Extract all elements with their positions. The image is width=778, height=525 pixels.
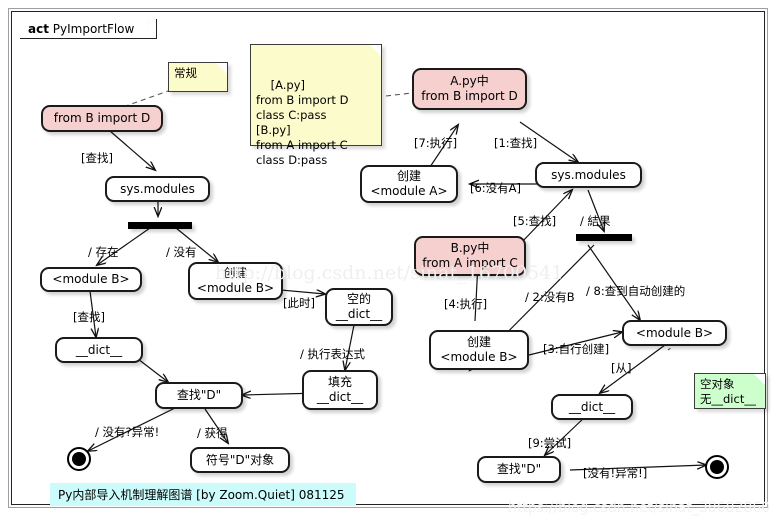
node-sys-modules-right[interactable]: sys.modules — [535, 162, 642, 188]
node-label-line2: __dict__ — [335, 307, 383, 321]
node-module-b-left[interactable]: <module B> — [40, 267, 142, 292]
node-label-line1: B.py中 — [450, 241, 490, 255]
node-label-line1: A.py中 — [450, 74, 489, 88]
edge-label-result: / 結果 — [580, 214, 611, 228]
node-label-line2: <module B> — [440, 350, 518, 364]
final-node-left — [67, 447, 91, 471]
edge-label-s1-find: [1:查找] — [494, 136, 538, 150]
edge-label-eval-expression: / 执行表达式 — [300, 347, 366, 361]
node-sys-modules-left[interactable]: sys.modules — [105, 176, 210, 202]
node-label: 查找"D" — [176, 388, 222, 402]
node-from-b-import-d[interactable]: from B import D — [41, 105, 163, 132]
node-create-module-b-left[interactable]: 创建 <module B> — [188, 262, 283, 300]
edge-label-s5-find: [5:查找] — [513, 214, 557, 228]
edge-label-at-this-time: [此时] — [283, 296, 315, 310]
node-label-line1: 创建 — [396, 169, 421, 183]
note-fold-icon — [370, 45, 381, 56]
edge-label-find-dict-left: [查找] — [73, 310, 105, 324]
note-code: [A.py] from B import D class C:pass [B.p… — [250, 44, 382, 167]
diagram-caption: Py内部导入机制理解图谱 [by Zoom.Quiet] 081125 — [50, 483, 356, 506]
node-label: from B import D — [53, 111, 151, 125]
node-label: <module B> — [52, 272, 130, 286]
edge-label-find-left: [查找] — [81, 151, 113, 165]
node-label-line2: __dict__ — [316, 390, 364, 404]
edge-label-s4-exec: [4:执行] — [444, 297, 488, 311]
node-label-line1: 空的 — [346, 292, 371, 306]
node-label-line1: 填充 — [327, 375, 352, 389]
frame-keyword: act — [28, 22, 49, 36]
activity-frame-tab: act PyImportFlow — [20, 18, 158, 39]
edge-label-s9-try: [9:尝试] — [528, 436, 572, 450]
node-label-line2: from B import D — [421, 89, 518, 103]
edge-label-no-exception: / 没有?异常! — [95, 425, 160, 439]
fork-bar-left — [128, 222, 192, 229]
frame-title: PyImportFlow — [52, 22, 135, 36]
note-empty-object-line2: 无__dict__ — [700, 392, 756, 406]
node-dict-right[interactable]: __dict__ — [551, 394, 633, 420]
node-label: __dict__ — [568, 399, 616, 414]
note-empty-object-line1: 空对象 — [700, 377, 735, 391]
node-apy[interactable]: A.py中 from B import D — [412, 68, 527, 110]
edge-label-exists: / 存在 — [88, 245, 119, 259]
edge-label-s8-found-auto: / 8:查到自动创建的 — [586, 284, 686, 298]
edge-label-none: / 没有 — [166, 245, 197, 259]
node-label-line2: <module B> — [196, 281, 275, 295]
node-fill-dict[interactable]: 填充 __dict__ — [302, 370, 378, 410]
node-label-line1: 创建 — [466, 335, 491, 349]
edge-label-s2-no-b: / 2:没有B — [525, 290, 575, 304]
edge-label-from: [从] — [611, 361, 632, 375]
node-symbol-d-object[interactable]: 符号"D"对象 — [190, 447, 290, 473]
node-bpy[interactable]: B.py中 from A import C — [414, 236, 526, 276]
node-find-d-left[interactable]: 查找"D" — [155, 382, 243, 409]
node-label: <module B> — [635, 325, 714, 340]
fork-bar-right — [576, 234, 632, 241]
note-normal-text: 常规 — [174, 66, 197, 80]
node-label-line2: from A import C — [422, 256, 518, 270]
edge-label-none-exception: [没有!异常!] — [583, 466, 648, 480]
final-node-right — [705, 455, 729, 479]
node-label: 符号"D"对象 — [205, 452, 275, 467]
edge-label-obtain: / 获得 — [197, 426, 228, 440]
diagram-canvas: act PyImportFlow 常规 [A.py] from B import… — [0, 0, 778, 525]
node-label: __dict__ — [75, 342, 123, 357]
node-label: sys.modules — [120, 181, 195, 196]
node-label: sys.modules — [551, 167, 626, 182]
node-empty-dict[interactable]: 空的 __dict__ — [325, 288, 393, 326]
node-label-line1: 创建 — [223, 266, 248, 280]
note-empty-object: 空对象 无__dict__ — [694, 373, 766, 409]
edge-label-s7-exec: [7:执行] — [414, 136, 458, 150]
node-label-line2: <module A> — [370, 184, 448, 198]
node-label: 查找"D" — [496, 462, 542, 476]
edge-label-s3-self-create: [3:自行创建] — [543, 342, 610, 356]
note-fold-icon — [216, 63, 227, 74]
edge-label-s6-no-a: [6:没有A] — [470, 181, 522, 195]
note-fold-icon — [754, 374, 765, 385]
note-normal: 常规 — [168, 62, 228, 92]
node-module-b-right[interactable]: <module B> — [622, 320, 727, 346]
node-find-d-right[interactable]: 查找"D" — [477, 456, 561, 483]
node-create-module-b-right[interactable]: 创建 <module B> — [429, 330, 529, 370]
node-create-module-a[interactable]: 创建 <module A> — [360, 165, 458, 203]
node-dict-left[interactable]: __dict__ — [55, 337, 143, 363]
